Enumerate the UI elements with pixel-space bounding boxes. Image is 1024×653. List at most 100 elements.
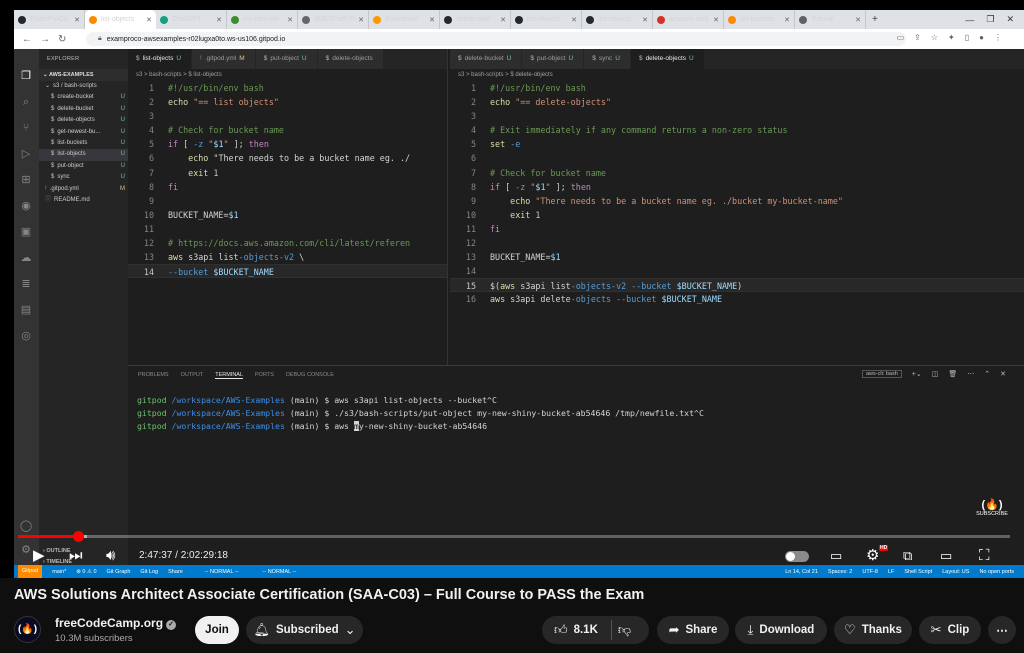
subscribed-button[interactable]: 🔔︎ Subscribed ⌄ [246,616,363,644]
next-video-icon[interactable]: ⏭ [69,546,83,566]
trash-icon[interactable]: 🗑︎ [948,370,957,378]
browser-tab[interactable]: list-objects ✕ [582,10,653,29]
editor-tab[interactable]: $ delete-bucket U [450,49,523,69]
dislike-icon[interactable]: 👎︎ [618,622,631,638]
terminal-icon[interactable]: ▤ [19,303,33,317]
editor-tab[interactable]: $ delete-objects U [630,49,705,69]
maximize-icon[interactable]: ❐ [986,14,994,25]
workspace-header[interactable]: ⌄ AWS-EXAMPLES [39,69,128,81]
tab-close-icon[interactable]: ✕ [146,16,152,24]
progress-bar[interactable] [18,531,1010,542]
search-icon[interactable]: ⌕ [19,95,33,109]
browser-tab[interactable]: list-objects ✕ [511,10,582,29]
extensions-icon[interactable]: ⊞ [19,173,33,187]
new-tab-button[interactable]: + [872,14,878,25]
tab-close-icon[interactable]: ✕ [500,16,506,24]
close-panel-icon[interactable]: ✕ [1000,370,1006,378]
more-actions-button[interactable]: ⋯ [988,616,1016,644]
sidepanel-icon[interactable]: ▯ [965,33,969,42]
reload-icon[interactable]: ↻ [58,34,66,45]
profile-avatar-icon[interactable]: ● [979,33,984,42]
file-tree-item[interactable]: $ create-bucket U [39,92,128,103]
share-page-icon[interactable]: ⇪ [914,33,921,42]
split-terminal-icon[interactable]: ◫ [932,370,939,378]
browser-tab[interactable]: ChatGPT ✕ [156,10,227,29]
tab-close-icon[interactable]: ✕ [74,16,80,24]
browser-tab[interactable]: list-objects ✕ [85,10,156,29]
source-control-icon[interactable]: ⑂ [19,121,33,135]
panel-tab-output[interactable]: OUTPUT [181,372,204,378]
extensions-icon[interactable]: ✦ [948,33,955,42]
channel-avatar[interactable]: (🔥) [14,616,41,643]
browser-tab[interactable]: amazon web ✕ [653,10,724,29]
file-tree-item[interactable]: ⓘ README.md [39,195,128,206]
minimize-icon[interactable]: — [965,15,974,25]
editor-tab[interactable]: $ delete-objects [317,49,384,69]
browser-tab[interactable]: my-new-shi ✕ [227,10,298,29]
file-tree-item[interactable]: $ delete-objects U [39,115,128,126]
account-icon[interactable]: ◯ [19,519,33,533]
like-icon[interactable]: 👍︎ [554,622,568,638]
browser-tab[interactable]: ExamProCo ✕ [14,10,85,29]
browser-tab[interactable]: Tutorial ✕ [795,10,866,29]
miniplayer-icon[interactable]: ⧉ [903,546,912,566]
editor-tab[interactable]: $ put-object U [255,49,318,69]
editor-tab[interactable]: $ put-object U [522,49,585,69]
browser-tab[interactable]: JMESPath Tu ✕ [298,10,369,29]
explorer-files-icon[interactable]: ❐ [19,69,33,83]
gitpod-icon[interactable]: ◎ [19,329,33,343]
tab-close-icon[interactable]: ✕ [713,16,719,24]
file-tree-item[interactable]: $ get-newest-bu... U [39,127,128,138]
remote-explorer-icon[interactable]: ▣ [19,225,33,239]
close-icon[interactable]: ✕ [1006,14,1014,25]
join-button[interactable]: Join [195,616,239,644]
tab-close-icon[interactable]: ✕ [784,16,790,24]
docker-icon[interactable]: ☁ [19,251,33,265]
editor-tab[interactable]: $ sync U [584,49,631,69]
terminal-name[interactable]: aws-cli: bash [861,370,902,378]
bookmark-star-icon[interactable]: ☆ [931,33,938,42]
panel-tab-problems[interactable]: PROBLEMS [138,372,169,378]
file-tree-item[interactable]: $ sync U [39,172,128,183]
video-player[interactable]: ExamProCo ✕ list-objects ✕ ChatGPT ✕ my-new-sh… [0,0,1024,578]
tab-close-icon[interactable]: ✕ [642,16,648,24]
terminal-output[interactable]: gitpod /workspace/AWS-Examples (main) $ … [128,384,1024,443]
editor-tab[interactable]: $ list-objects U [128,49,193,69]
download-button[interactable]: ⤓ Download [735,616,827,644]
add-terminal-icon[interactable]: +⌄ [912,370,922,378]
file-tree-item[interactable]: $ list-objects U [39,149,128,161]
channel-name[interactable]: freeCodeCamp.org ✓ [55,616,177,630]
subscribe-watermark[interactable]: (🔥) SUBSCRIBE [972,498,1012,517]
tab-close-icon[interactable]: ✕ [571,16,577,24]
file-tree-item[interactable]: ⌄ s3 / bash-scripts [39,81,128,92]
tab-close-icon[interactable]: ✕ [429,16,435,24]
file-tree-item[interactable]: $ put-object U [39,161,128,172]
database-icon[interactable]: ≣ [19,277,33,291]
more-actions-icon[interactable]: ⋯ [967,370,974,378]
tab-close-icon[interactable]: ✕ [855,16,861,24]
browser-tab[interactable]: Environme ✕ [369,10,440,29]
panel-tab-ports[interactable]: PORTS [255,372,274,378]
file-tree-item[interactable]: $ delete-bucket U [39,104,128,115]
clip-button[interactable]: ✂ Clip [919,616,981,644]
browser-tab[interactable]: delete-obje ✕ [440,10,511,29]
run-debug-icon[interactable]: ▷ [19,147,33,161]
captions-icon[interactable]: ▭ [830,546,842,566]
github-icon[interactable]: ◉ [19,199,33,213]
browser-tab[interactable]: list-buckets ✕ [724,10,795,29]
panel-tab-debug-console[interactable]: DEBUG CONSOLE [286,372,334,378]
play-icon[interactable]: ▶ [33,546,45,566]
thanks-button[interactable]: ♡ Thanks [834,616,912,644]
fullscreen-icon[interactable]: ⛶ [979,546,990,566]
maximize-panel-icon[interactable]: ⌃ [984,370,990,378]
back-icon[interactable]: ← [22,34,32,45]
file-tree-item[interactable]: ! .gitpod.yml M [39,184,128,195]
file-tree-item[interactable]: $ list-buckets U [39,138,128,149]
tab-close-icon[interactable]: ✕ [287,16,293,24]
browser-menu-icon[interactable]: ⋮ [994,33,1002,42]
tab-close-icon[interactable]: ✕ [358,16,364,24]
share-button[interactable]: ➦ Share [657,616,729,644]
editor-tab[interactable]: ! .gitpod.yml M [192,49,256,69]
forward-icon[interactable]: → [40,34,50,45]
cast-icon[interactable]: ▭ [897,33,905,42]
